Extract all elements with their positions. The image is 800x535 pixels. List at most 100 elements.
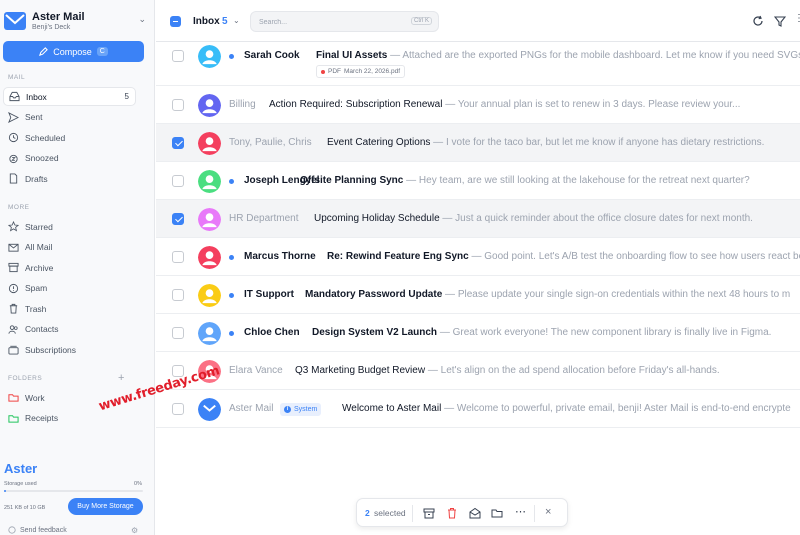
sidebar-item-inbox[interactable]: Inbox 5 [3, 87, 136, 106]
email-preview: — Welcome to powerful, private email, be… [441, 403, 791, 414]
section-label-mail: MAIL [8, 74, 26, 81]
email-subject-line: Final UI Assets — Attached are the expor… [316, 50, 800, 61]
row-checkbox[interactable] [172, 213, 184, 225]
compose-button[interactable]: Compose C [3, 41, 144, 62]
send-feedback-link[interactable]: Send feedback [8, 526, 67, 534]
more-actions-icon[interactable]: ⋯ [515, 505, 526, 518]
row-checkbox[interactable] [172, 403, 184, 415]
sidebar-item-spam[interactable]: Spam [3, 279, 136, 298]
email-subject-line: Upcoming Holiday Schedule — Just a quick… [314, 213, 753, 224]
email-row[interactable]: Marcus Thorne Re: Rewind Feature Eng Sync… [156, 238, 800, 276]
sidebar-item-contacts[interactable]: Contacts [3, 320, 136, 339]
sidebar-item-all-mail[interactable]: All Mail [3, 238, 136, 257]
attachment-chip[interactable]: PDF March 22, 2026.pdf [316, 65, 406, 78]
sidebar-item-archive[interactable]: Archive [3, 258, 136, 277]
archive-icon [8, 262, 19, 273]
sidebar-item-scheduled[interactable]: Scheduled [3, 128, 136, 147]
star-icon [8, 221, 19, 232]
email-row[interactable]: IT Support Mandatory Password Update — Pl… [156, 276, 800, 314]
email-subject-line: Action Required: Subscription Renewal — … [269, 99, 740, 110]
move-to-folder-icon[interactable] [491, 507, 503, 519]
buy-storage-button[interactable]: Buy More Storage [68, 498, 143, 515]
row-checkbox[interactable] [172, 99, 184, 111]
sidebar-item-drafts[interactable]: Drafts [3, 169, 136, 188]
email-subject: Re: Rewind Feature Eng Sync [327, 251, 469, 262]
section-label-more: MORE [8, 204, 30, 211]
email-sender: Billing [229, 99, 256, 110]
email-sender: Tony, Paulie, Chris [229, 137, 312, 148]
close-icon[interactable]: × [545, 506, 551, 518]
account-name: Benji's Deck [32, 24, 71, 31]
sidebar-item-starred[interactable]: Starred [3, 217, 136, 236]
row-checkbox[interactable] [172, 175, 184, 187]
row-checkbox[interactable] [172, 50, 184, 62]
email-preview: — I vote for the taco bar, but let me kn… [430, 137, 765, 148]
avatar [198, 283, 221, 307]
row-checkbox[interactable] [172, 251, 184, 263]
email-subject-line: Event Catering Options — I vote for the … [327, 137, 764, 148]
email-subject-line: Offsite Planning Sync — Hey team, are we… [300, 175, 750, 186]
nav-label: Contacts [25, 324, 59, 334]
chevron-down-icon[interactable]: ⌄ [233, 16, 240, 25]
compose-label: Compose [53, 46, 92, 57]
email-row[interactable]: Aster Mail i System Welcome to Aster Mail —… [156, 390, 800, 428]
clock-icon [8, 132, 19, 143]
sidebar-item-snoozed[interactable]: Snoozed [3, 149, 136, 168]
refresh-icon[interactable] [752, 15, 764, 27]
select-all-checkbox[interactable] [170, 16, 181, 27]
unread-dot [229, 178, 234, 184]
delete-icon[interactable] [446, 507, 458, 519]
compose-shortcut: C [96, 47, 108, 56]
email-sender: HR Department [229, 213, 299, 224]
add-folder-icon[interactable]: + [118, 372, 124, 384]
email-subject: Welcome to Aster Mail [342, 403, 442, 414]
mark-read-icon[interactable] [469, 507, 481, 519]
attachment-name: March 22, 2026.pdf [344, 68, 401, 75]
sidebar-item-subscriptions[interactable]: Subscriptions [3, 340, 136, 359]
email-row[interactable]: Joseph Lengyel Offsite Planning Sync — He… [156, 162, 800, 200]
draft-icon [8, 173, 19, 184]
row-checkbox[interactable] [172, 137, 184, 149]
selected-count: 2 [365, 508, 370, 518]
email-preview: — Hey team, are we still looking at the … [403, 175, 750, 186]
row-checkbox[interactable] [172, 289, 184, 301]
email-row[interactable]: HR Department Upcoming Holiday Schedule —… [156, 200, 800, 238]
sidebar-item-trash[interactable]: Trash [3, 299, 136, 318]
folder-item-receipts[interactable]: Receipts [3, 409, 136, 428]
nav-label: Spam [25, 283, 48, 293]
more-options-icon[interactable]: ⋮ [794, 13, 800, 24]
unread-dot [229, 330, 234, 336]
avatar [198, 131, 221, 155]
nav-label: All Mail [25, 242, 53, 252]
email-subject: Mandatory Password Update [305, 289, 443, 300]
pencil-icon [39, 47, 49, 56]
email-row[interactable]: Billing Action Required: Subscription Ren… [156, 86, 800, 124]
row-checkbox[interactable] [172, 327, 184, 339]
trash-icon [8, 303, 19, 314]
archive-icon[interactable] [423, 507, 435, 519]
email-row[interactable]: Chloe Chen Design System V2 Launch — Grea… [156, 314, 800, 352]
email-preview: — Attached are the exported PNGs for the… [387, 50, 800, 61]
email-row[interactable]: Tony, Paulie, Chris Event Catering Option… [156, 124, 800, 162]
email-row[interactable]: Sarah Cook Final UI Assets — Attached are… [156, 42, 800, 86]
filter-icon[interactable] [774, 15, 786, 27]
settings-icon[interactable]: ⚙ [131, 526, 138, 535]
email-preview: — Good point. Let's A/B test the onboard… [468, 251, 800, 262]
email-preview: — Let's align on the ad spend allocation… [425, 365, 720, 376]
sidebar-item-sent[interactable]: Sent [3, 108, 136, 127]
nav-label: Sent [25, 112, 43, 122]
email-subject-line: Welcome to Aster Mail — Welcome to power… [342, 403, 791, 414]
nav-label: Starred [25, 221, 53, 232]
account-switcher[interactable]: Aster Mail Benji's Deck ⌄ [4, 8, 150, 34]
selection-action-bar: 2 selected ⋯ × [356, 498, 568, 527]
email-subject: Upcoming Holiday Schedule [314, 213, 440, 224]
section-label-folders: FOLDERS [8, 375, 43, 382]
mail-icon [8, 242, 19, 253]
send-feedback-label: Send feedback [20, 526, 67, 534]
avatar [198, 207, 221, 231]
nav-label: Trash [25, 303, 47, 314]
unread-dot [229, 254, 234, 260]
search-input[interactable] [259, 16, 409, 28]
nav-label: Scheduled [25, 132, 66, 143]
email-row[interactable]: Elara Vance Q3 Marketing Budget Review — … [156, 352, 800, 390]
